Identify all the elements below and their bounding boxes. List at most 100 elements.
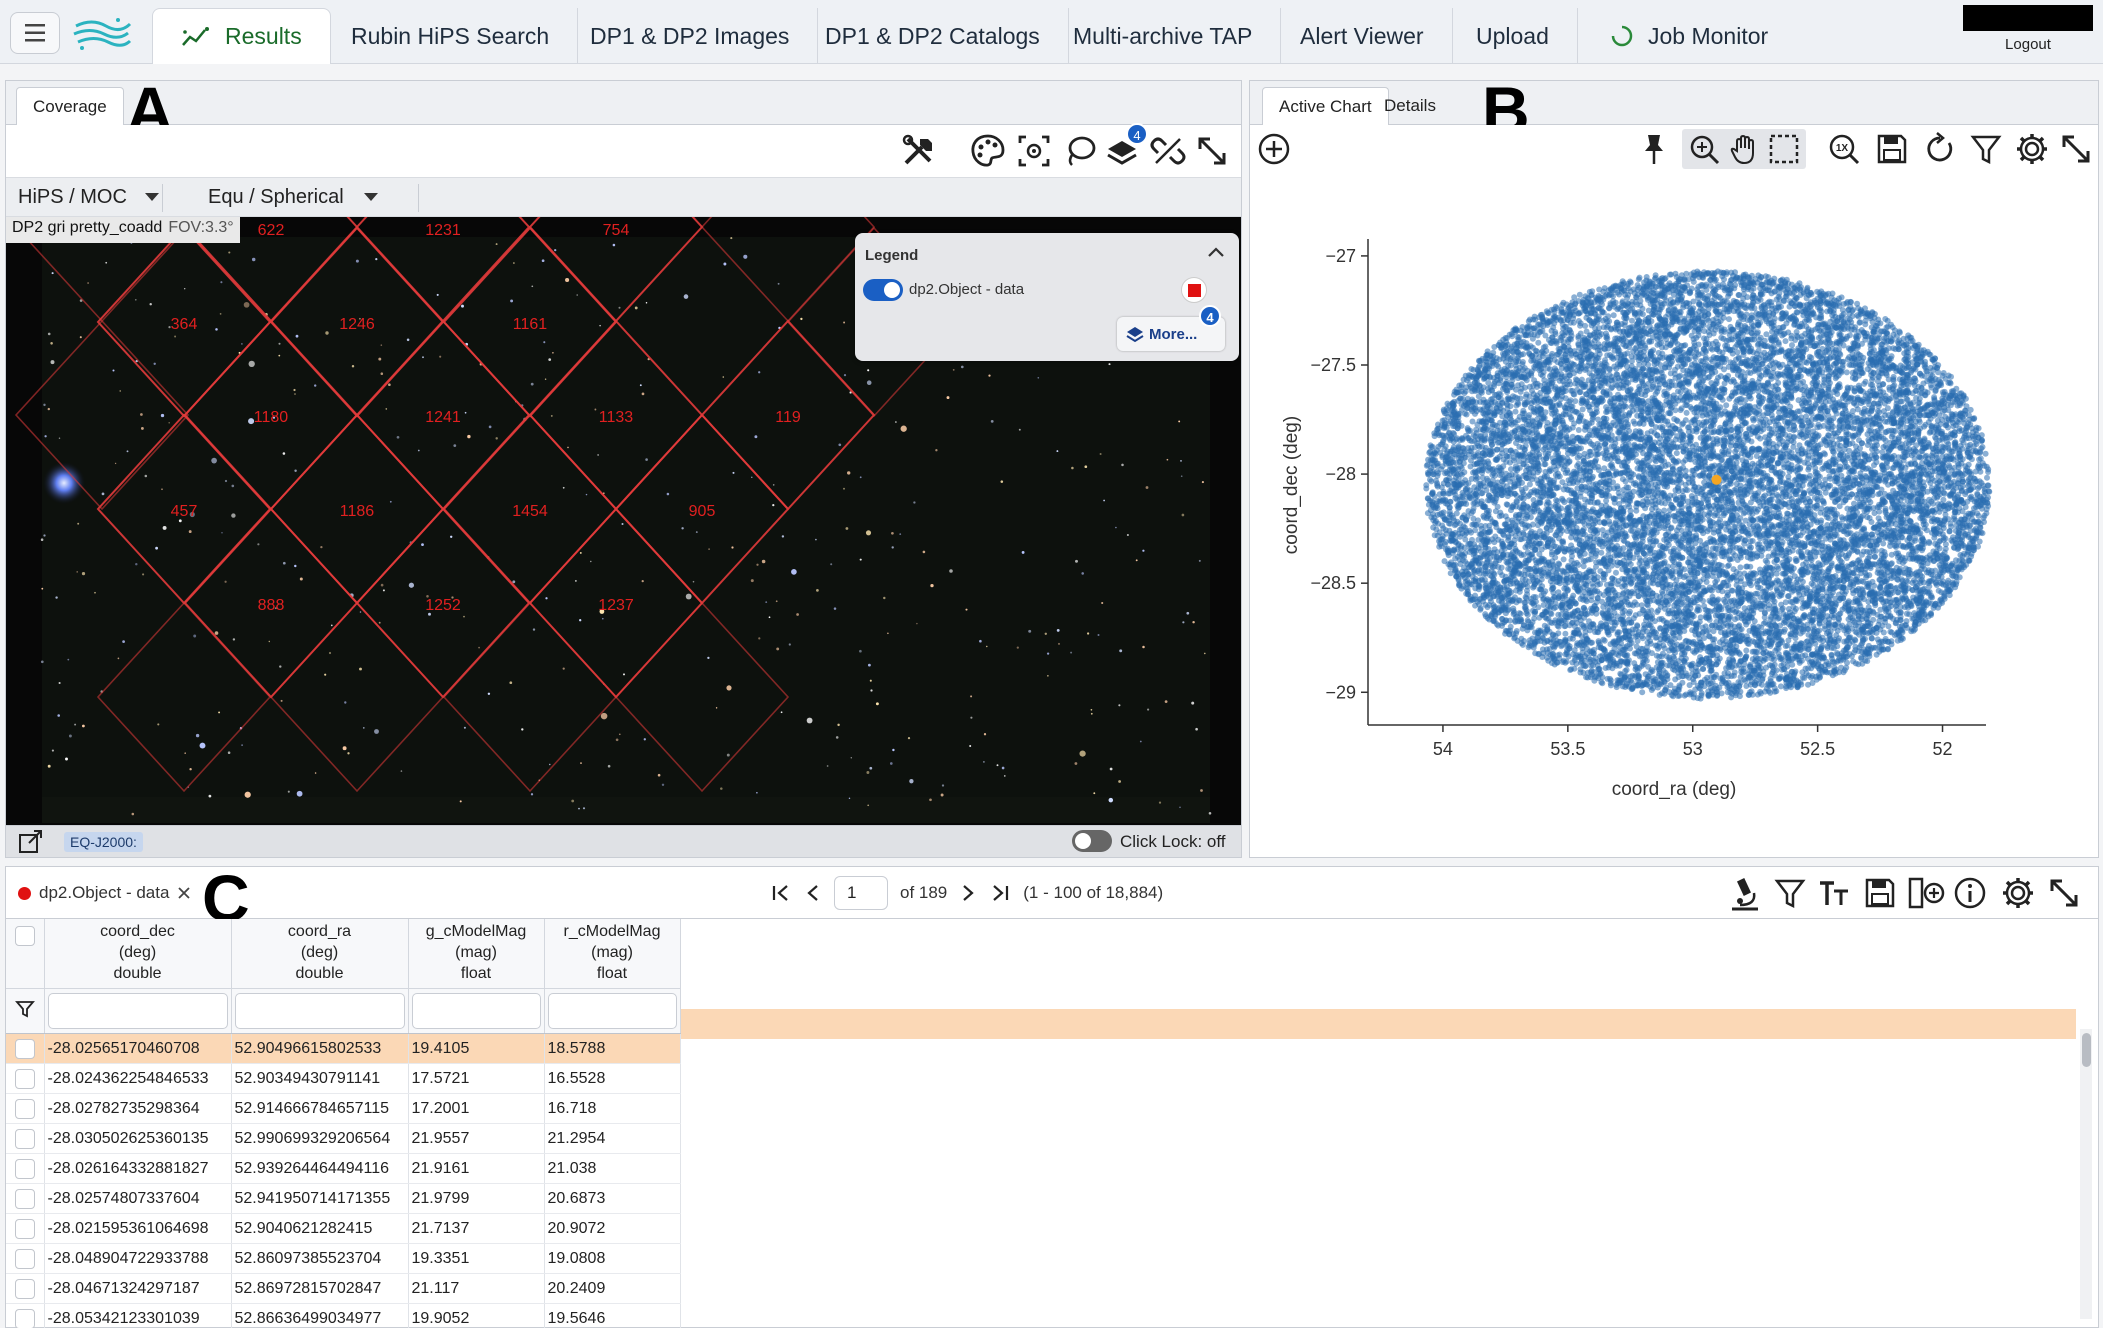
last-page-icon[interactable] xyxy=(989,883,1011,903)
external-link-icon[interactable] xyxy=(18,830,44,854)
table-row[interactable]: -28.024362254846533 52.90349430791141 17.5… xyxy=(6,1063,681,1094)
table-row[interactable]: -28.021595361064698 52.9040621282415 21.71… xyxy=(6,1213,681,1244)
first-page-icon[interactable] xyxy=(770,883,792,903)
lasso-select-icon[interactable] xyxy=(1060,131,1100,171)
row-checkbox[interactable] xyxy=(14,1038,35,1059)
table-row[interactable]: -28.04671324297187 52.86972815702847 21.11… xyxy=(6,1273,681,1304)
table-tab[interactable]: dp2.Object - data xyxy=(10,875,199,911)
tools-icon[interactable] xyxy=(898,131,938,171)
add-column-icon[interactable] xyxy=(1906,875,1946,911)
tab-alert-viewer[interactable]: Alert Viewer xyxy=(1272,8,1453,64)
click-lock-toggle[interactable] xyxy=(1072,830,1112,852)
layer-visibility-toggle[interactable] xyxy=(863,279,903,301)
pan-hand-icon[interactable] xyxy=(1726,131,1762,167)
more-layers-button[interactable]: More... 4 xyxy=(1117,305,1225,351)
previous-page-icon[interactable] xyxy=(804,883,822,903)
select-all-checkbox[interactable] xyxy=(14,925,35,946)
add-chart-icon[interactable] xyxy=(1256,131,1292,167)
filter-icon[interactable] xyxy=(1968,131,2004,167)
filter-icon[interactable] xyxy=(1772,875,1808,911)
layers-icon[interactable]: 4 xyxy=(1104,123,1148,171)
logout-link[interactable]: Logout xyxy=(1963,36,2093,53)
star xyxy=(777,282,780,285)
row-checkbox[interactable] xyxy=(14,1218,35,1239)
coord-dec-filter-input[interactable] xyxy=(47,993,228,1029)
row-checkbox[interactable] xyxy=(14,1308,35,1328)
table-row[interactable]: -28.02565170460708 52.90496615802533 19.41… xyxy=(6,1033,681,1064)
close-icon[interactable] xyxy=(177,886,191,900)
row-checkbox[interactable] xyxy=(14,1158,35,1179)
scrollbar-thumb[interactable] xyxy=(2082,1033,2091,1067)
table-scrollbar[interactable] xyxy=(2080,1029,2092,1319)
hamburger-menu-button[interactable] xyxy=(10,12,60,54)
table-row[interactable]: -28.030502625360135 52.990699329206564 21.… xyxy=(6,1123,681,1154)
tab-dp-images[interactable]: DP1 & DP2 Images xyxy=(562,8,819,64)
tab-rubin-hips-search[interactable]: Rubin HiPS Search xyxy=(323,8,579,64)
box-select-icon[interactable] xyxy=(1766,131,1802,167)
tab-dp-catalogs[interactable]: DP1 & DP2 Catalogs xyxy=(797,8,1069,64)
scatter-chart[interactable]: 54 53.5 53 52.5 52 −27 −27.5 −28 −28.5 −29 coord_r… xyxy=(1250,175,2098,857)
microscope-icon[interactable] xyxy=(1724,875,1764,913)
save-icon[interactable] xyxy=(1874,131,1910,167)
r-mag-filter-input[interactable] xyxy=(547,993,677,1029)
star xyxy=(806,717,813,724)
next-page-icon[interactable] xyxy=(959,883,977,903)
color-palette-icon[interactable] xyxy=(968,131,1008,171)
star xyxy=(869,679,872,682)
pin-icon[interactable] xyxy=(1636,131,1672,167)
coord-system-label[interactable]: EQ-J2000: xyxy=(64,832,143,852)
projection-dropdown[interactable]: Equ / Spherical xyxy=(208,186,379,209)
sky-image-viewer[interactable]: 622 1231 754 364 1246 1161 1180 1241 1133 119 457 1… xyxy=(6,217,1241,825)
column-header-coord-dec[interactable]: coord_dec (deg) double xyxy=(44,919,232,989)
rubin-logo-icon[interactable] xyxy=(72,14,132,54)
expand-icon[interactable] xyxy=(1192,131,1232,171)
table-row[interactable]: -28.02574807337604 52.941950714171355 21.9… xyxy=(6,1183,681,1214)
star xyxy=(142,573,145,576)
column-header-g-cmodelmag[interactable]: g_cModelMag (mag) float xyxy=(408,919,545,989)
tab-details[interactable]: Details xyxy=(1368,87,1452,125)
column-header-coord-ra[interactable]: coord_ra (deg) double xyxy=(231,919,409,989)
row-checkbox[interactable] xyxy=(14,1248,35,1269)
row-checkbox[interactable] xyxy=(14,1098,35,1119)
gear-icon[interactable] xyxy=(2014,131,2050,167)
page-number-input[interactable] xyxy=(834,876,888,910)
tab-job-monitor[interactable]: Job Monitor xyxy=(1582,8,1796,64)
chevron-up-icon[interactable] xyxy=(1207,245,1225,259)
tab-upload[interactable]: Upload xyxy=(1448,8,1578,64)
expand-icon[interactable] xyxy=(2058,131,2094,167)
row-checkbox[interactable] xyxy=(14,1068,35,1089)
filter-icon[interactable] xyxy=(14,999,35,1019)
tab-coverage[interactable]: Coverage xyxy=(16,87,124,125)
row-checkbox[interactable] xyxy=(14,1188,35,1209)
star xyxy=(1071,466,1074,470)
row-checkbox[interactable] xyxy=(14,1128,35,1149)
gear-icon[interactable] xyxy=(2000,875,2036,911)
user-name-box[interactable] xyxy=(1963,5,2093,31)
unlink-icon[interactable] xyxy=(1148,131,1188,171)
save-icon[interactable] xyxy=(1862,875,1898,911)
table-row[interactable]: -28.05342123301039 52.86636499034977 19.90… xyxy=(6,1303,681,1328)
tab-results[interactable]: Results xyxy=(152,8,331,64)
coord-ra-filter-input[interactable] xyxy=(234,993,405,1029)
info-icon[interactable] xyxy=(1952,875,1988,911)
recenter-icon[interactable] xyxy=(1014,131,1054,171)
highlighted-point[interactable] xyxy=(1711,474,1722,485)
table-row[interactable]: -28.048904722933788 52.86097385523704 19.3… xyxy=(6,1243,681,1274)
star xyxy=(758,637,761,640)
text-size-icon[interactable] xyxy=(1816,875,1852,911)
zoom-in-icon[interactable] xyxy=(1686,131,1722,167)
tab-multi-archive-tap[interactable]: Multi-archive TAP xyxy=(1045,8,1282,64)
star xyxy=(495,437,498,440)
column-header-r-cmodelmag[interactable]: r_cModelMag (mag) float xyxy=(544,919,681,989)
hips-moc-dropdown[interactable]: HiPS / MOC xyxy=(18,186,160,209)
expand-icon[interactable] xyxy=(2046,875,2082,911)
table-row[interactable]: -28.026164332881827 52.939264464494116 21.… xyxy=(6,1153,681,1184)
star xyxy=(214,631,219,635)
reset-zoom-icon[interactable]: 1X xyxy=(1826,131,1862,167)
row-checkbox[interactable] xyxy=(14,1278,35,1299)
star xyxy=(681,527,684,530)
table-row[interactable]: -28.02782735298364 52.914666784657115 17.2… xyxy=(6,1093,681,1124)
g-mag-filter-input[interactable] xyxy=(411,993,541,1029)
restore-icon[interactable] xyxy=(1922,131,1958,167)
layer-color-swatch[interactable] xyxy=(1181,277,1207,303)
